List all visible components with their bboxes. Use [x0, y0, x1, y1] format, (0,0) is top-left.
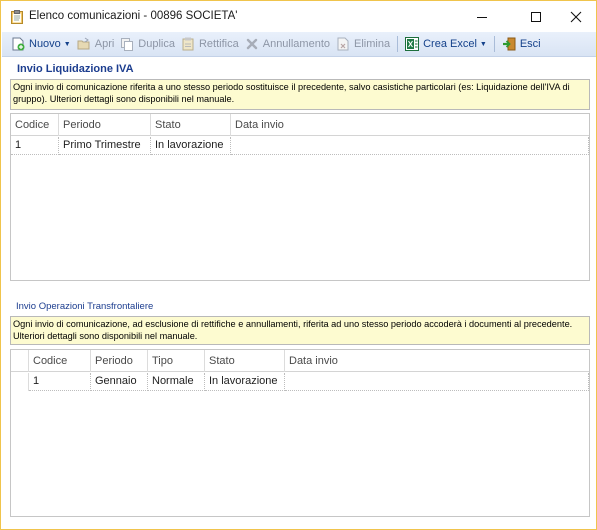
window-title: Elenco comunicazioni - 00896 SOCIETA' [29, 10, 238, 22]
table-row[interactable]: 1 Primo Trimestre In lavorazione [11, 137, 589, 155]
grid-header: Codice Periodo Tipo Stato Data invio [11, 350, 589, 372]
duplicate-icon [120, 37, 134, 51]
liquidazione-info-note: Ogni invio di comunicazione riferita a u… [10, 79, 590, 110]
transfrontaliere-section-title: Invio Operazioni Transfrontaliere [16, 301, 154, 312]
nuovo-button[interactable]: Nuovo ▼ [11, 34, 71, 54]
apri-label: Apri [94, 38, 115, 50]
table-row[interactable]: 1 Gennaio Normale In lavorazione [11, 373, 589, 391]
cell-periodo: Gennaio [91, 373, 148, 391]
liquidazione-grid[interactable]: Codice Periodo Stato Data invio 1 Primo … [10, 113, 590, 281]
column-header-codice[interactable]: Codice [29, 350, 91, 372]
liquidazione-section-title: Invio Liquidazione IVA [17, 63, 134, 75]
duplica-button[interactable]: Duplica [120, 34, 175, 54]
column-header-codice[interactable]: Codice [11, 114, 59, 136]
nuovo-label: Nuovo [29, 38, 61, 50]
column-header-periodo[interactable]: Periodo [91, 350, 148, 372]
main-window: Elenco comunicazioni - 00896 SOCIETA' Nu… [0, 0, 597, 530]
row-indicator[interactable] [11, 373, 29, 391]
toolbar-separator [493, 36, 495, 52]
cancel-x-icon [245, 37, 259, 51]
exit-icon [502, 37, 516, 51]
transfrontaliere-grid[interactable]: Codice Periodo Tipo Stato Data invio 1 G… [10, 349, 590, 517]
row-indicator-header [11, 350, 29, 372]
column-header-stato[interactable]: Stato [151, 114, 231, 136]
chevron-down-icon[interactable]: ▼ [64, 41, 71, 48]
rettifica-label: Rettifica [198, 38, 239, 50]
delete-icon [336, 37, 350, 51]
grid-header: Codice Periodo Stato Data invio [11, 114, 589, 136]
elimina-button[interactable]: Elimina [336, 34, 390, 54]
minimize-button[interactable] [459, 1, 505, 32]
annullamento-button[interactable]: Annullamento [245, 34, 330, 54]
title-bar: Elenco comunicazioni - 00896 SOCIETA' [1, 1, 596, 32]
column-header-periodo[interactable]: Periodo [59, 114, 151, 136]
annullamento-label: Annullamento [262, 38, 331, 50]
esci-button[interactable]: Esci [502, 34, 541, 54]
transfrontaliere-info-note: Ogni invio di comunicazione, ad esclusio… [10, 316, 590, 345]
new-document-icon [11, 37, 25, 51]
cell-periodo: Primo Trimestre [59, 137, 151, 155]
close-button[interactable] [553, 1, 597, 32]
toolbar-separator [397, 36, 399, 52]
cell-data-invio [285, 373, 589, 391]
column-header-data-invio[interactable]: Data invio [231, 114, 589, 136]
toolbar: Nuovo ▼ Apri Duplica Rettifica Annullame… [2, 32, 596, 57]
cell-codice: 1 [11, 137, 59, 155]
esci-label: Esci [519, 38, 541, 50]
rectify-icon [181, 37, 195, 51]
column-header-data-invio[interactable]: Data invio [285, 350, 589, 372]
excel-icon [405, 37, 420, 51]
duplica-label: Duplica [138, 38, 175, 50]
cell-tipo: Normale [148, 373, 205, 391]
column-header-tipo[interactable]: Tipo [148, 350, 205, 372]
close-icon [570, 11, 582, 22]
cell-data-invio [231, 137, 589, 155]
cell-codice: 1 [29, 373, 91, 391]
crea-excel-label: Crea Excel [423, 38, 477, 50]
elimina-label: Elimina [354, 38, 391, 50]
cell-stato: In lavorazione [205, 373, 285, 391]
crea-excel-button[interactable]: Crea Excel ▼ [405, 34, 487, 54]
open-icon [77, 37, 91, 51]
rettifica-button[interactable]: Rettifica [181, 34, 239, 54]
maximize-icon [531, 11, 541, 22]
apri-button[interactable]: Apri [77, 34, 115, 54]
cell-stato: In lavorazione [151, 137, 231, 155]
minimize-icon [477, 16, 487, 18]
clipboard-icon [11, 10, 23, 24]
column-header-stato[interactable]: Stato [205, 350, 285, 372]
chevron-down-icon[interactable]: ▼ [480, 41, 487, 48]
